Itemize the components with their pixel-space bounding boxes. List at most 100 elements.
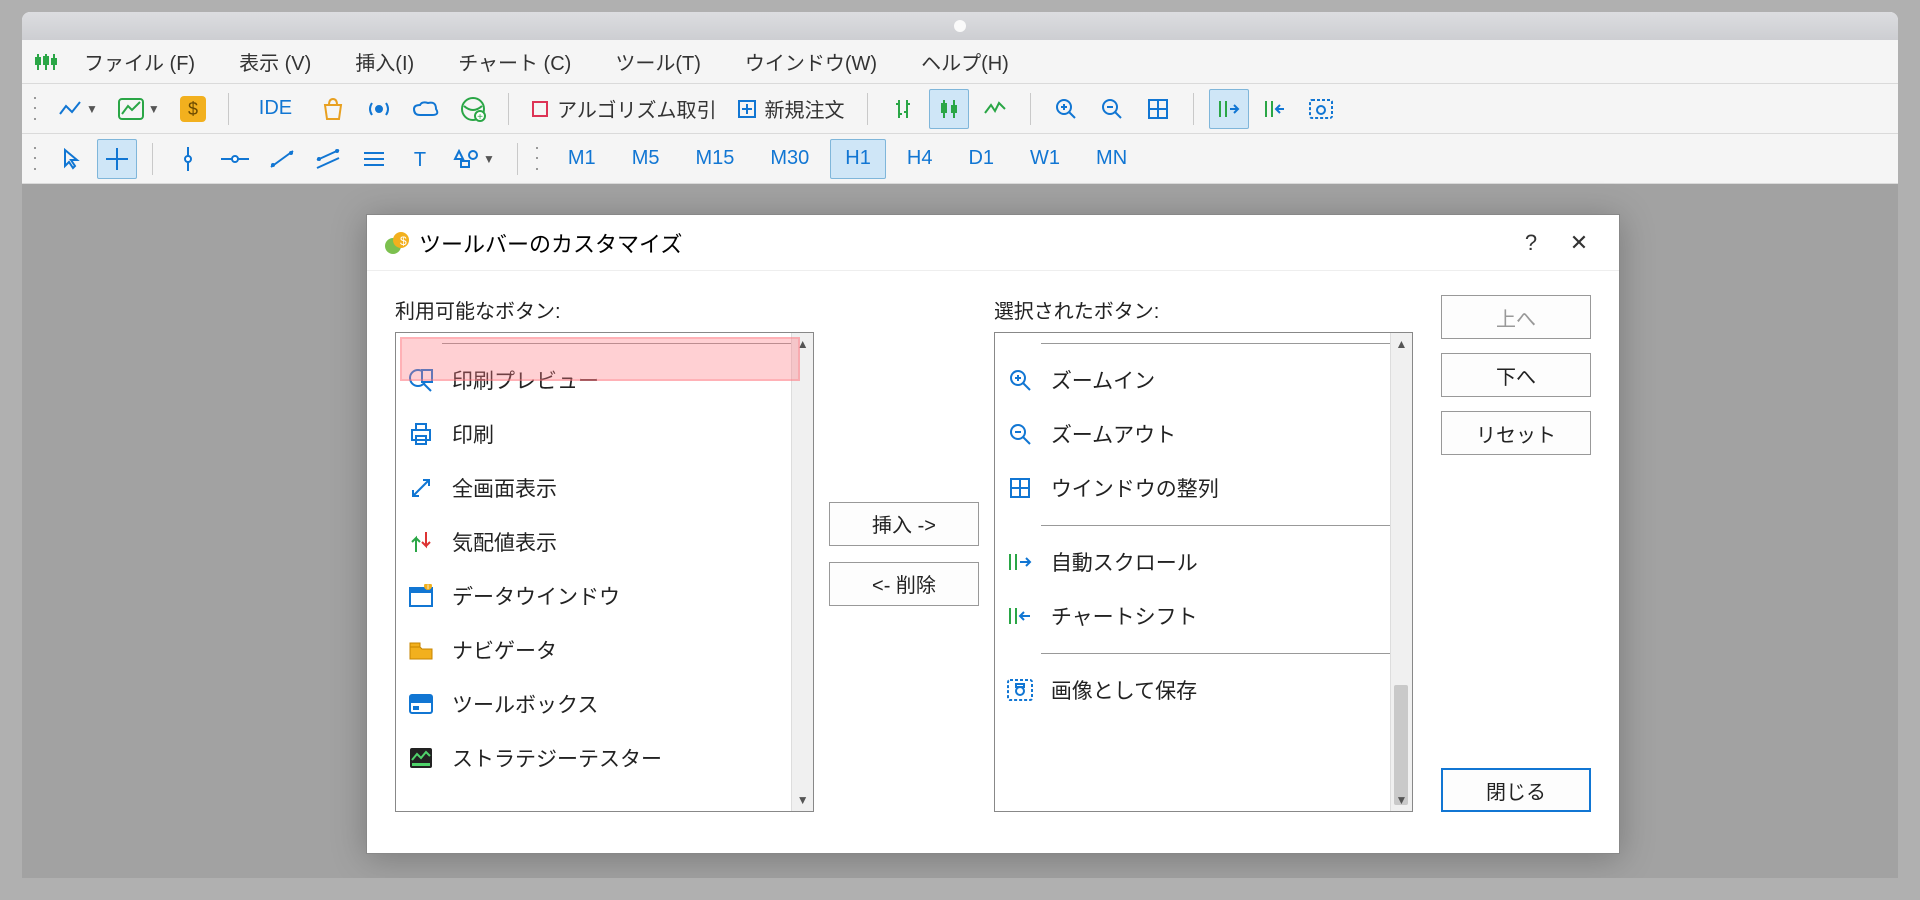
line-chart2-icon[interactable] — [975, 89, 1015, 129]
dollar-icon[interactable]: $ — [173, 89, 213, 129]
autoscroll-icon[interactable] — [1209, 89, 1249, 129]
timeframe-h1[interactable]: H1 — [830, 139, 886, 179]
toolbar-grip[interactable] — [34, 93, 42, 125]
menu-window[interactable]: ウインドウ(W) — [723, 47, 899, 76]
list-item[interactable]: ズームイン — [995, 353, 1412, 407]
selected-listbox[interactable]: ズームインズームアウトウインドウの整列自動スクロールチャートシフト画像として保存… — [994, 332, 1413, 812]
list-item[interactable]: 気配値表示 — [396, 515, 813, 569]
menu-file[interactable]: ファイル (F) — [62, 47, 217, 76]
list-separator[interactable] — [995, 515, 1412, 535]
list-item[interactable]: iデータウインドウ — [396, 569, 813, 623]
menu-view[interactable]: 表示 (V) — [217, 47, 333, 76]
menu-chart[interactable]: チャート (C) — [436, 47, 593, 76]
menu-insert[interactable]: 挿入(I) — [333, 47, 436, 76]
remove-button[interactable]: <- 削除 — [829, 562, 979, 606]
svg-text:$: $ — [188, 99, 198, 119]
screenshot-icon — [1003, 673, 1037, 707]
fibo-icon[interactable] — [354, 139, 394, 179]
reset-button[interactable]: リセット — [1441, 411, 1591, 455]
timeframe-m1[interactable]: M1 — [553, 139, 611, 179]
menu-help[interactable]: ヘルプ(H) — [899, 47, 1031, 76]
list-item[interactable]: ナビゲータ — [396, 623, 813, 677]
chart-style-icon[interactable]: ▼ — [111, 89, 167, 129]
list-item[interactable]: ストラテジーテスター — [396, 731, 813, 785]
list-separator[interactable] — [995, 333, 1412, 353]
available-listbox[interactable]: 印刷プレビュー印刷全画面表示気配値表示 iデータウインドウナビゲータツールボックス… — [395, 332, 814, 812]
toolbar-grip-2[interactable] — [34, 143, 42, 175]
list-item[interactable]: 画像として保存 — [995, 663, 1412, 717]
insert-button[interactable]: 挿入 -> — [829, 502, 979, 546]
list-item[interactable]: 自動スクロール — [995, 535, 1412, 589]
svg-text:i: i — [427, 584, 429, 591]
datawin-icon: i — [404, 579, 438, 613]
screenshot-icon[interactable] — [1301, 89, 1341, 129]
crosshair-icon[interactable] — [97, 139, 137, 179]
timeframe-m5[interactable]: M5 — [617, 139, 675, 179]
svg-text:T: T — [414, 149, 426, 169]
toolbox-icon — [404, 687, 438, 721]
list-item-label: ストラテジーテスター — [452, 743, 662, 773]
up-button[interactable]: 上へ — [1441, 295, 1591, 339]
list-item[interactable]: ツールボックス — [396, 677, 813, 731]
list-item[interactable]: 印刷 — [396, 407, 813, 461]
timeframe-m15[interactable]: M15 — [680, 139, 749, 179]
zoom-in-icon[interactable] — [1046, 89, 1086, 129]
list-separator[interactable] — [995, 643, 1412, 663]
cloud-icon[interactable] — [405, 89, 447, 129]
menu-tools[interactable]: ツール(T) — [593, 47, 723, 76]
chartshift-icon — [1003, 599, 1037, 633]
timeframe-mn[interactable]: MN — [1081, 139, 1142, 179]
market-icon[interactable] — [313, 89, 353, 129]
list-separator[interactable] — [396, 333, 813, 353]
cursor-icon[interactable] — [51, 139, 91, 179]
line-chart-icon[interactable]: ▼ — [51, 89, 105, 129]
tile-windows-icon[interactable] — [1138, 89, 1178, 129]
timeframe-m30[interactable]: M30 — [755, 139, 824, 179]
new-order-label: 新規注文 — [765, 94, 845, 123]
ide-button[interactable]: IDE — [244, 89, 307, 129]
hline-icon[interactable] — [214, 139, 256, 179]
text-icon[interactable]: T — [400, 139, 440, 179]
toolbar-grip-3[interactable] — [536, 143, 544, 175]
zoom-out-icon[interactable] — [1092, 89, 1132, 129]
dialog-icon: $ — [383, 230, 409, 256]
algo-icon[interactable]: アルゴリズム取引 — [524, 89, 723, 129]
close-icon[interactable]: ✕ — [1555, 230, 1603, 256]
menubar: ファイル (F) 表示 (V) 挿入(I) チャート (C) ツール(T) ウイ… — [22, 40, 1898, 84]
app-icon — [30, 46, 62, 78]
list-item-label: 気配値表示 — [452, 527, 557, 557]
help-icon[interactable]: ? — [1507, 230, 1555, 256]
scrollbar-2[interactable]: ▲ ▼ — [1390, 333, 1412, 811]
trendline-icon[interactable] — [262, 139, 302, 179]
scrollbar[interactable]: ▲ ▼ — [791, 333, 813, 811]
navigator-icon — [404, 633, 438, 667]
vline-icon[interactable] — [168, 139, 208, 179]
timeframe-w1[interactable]: W1 — [1015, 139, 1075, 179]
list-item-label: 全画面表示 — [452, 473, 557, 503]
list-item[interactable]: 全画面表示 — [396, 461, 813, 515]
close-button[interactable]: 閉じる — [1441, 768, 1591, 812]
channel-icon[interactable] — [308, 139, 348, 179]
dialog-titlebar[interactable]: $ ツールバーのカスタマイズ ? ✕ — [367, 215, 1619, 271]
list-item[interactable]: 印刷プレビュー — [396, 353, 813, 407]
titlebar-dot-icon — [954, 20, 966, 32]
candle-chart-icon[interactable] — [929, 89, 969, 129]
timeframe-h4[interactable]: H4 — [892, 139, 948, 179]
new-order-icon[interactable]: 新規注文 — [730, 89, 852, 129]
bar-chart-icon[interactable] — [883, 89, 923, 129]
list-item[interactable]: チャートシフト — [995, 589, 1412, 643]
toolbar-drawing: T ▼ M1M5M15M30H1H4D1W1MN — [22, 134, 1898, 184]
shapes-icon[interactable]: ▼ — [446, 139, 502, 179]
list-item[interactable]: ズームアウト — [995, 407, 1412, 461]
list-item-label: 自動スクロール — [1051, 547, 1198, 577]
vps-icon[interactable]: + — [453, 89, 493, 129]
down-button[interactable]: 下へ — [1441, 353, 1591, 397]
signals-icon[interactable] — [359, 89, 399, 129]
svg-text:+: + — [477, 112, 483, 122]
preview-icon — [404, 363, 438, 397]
list-item-label: ウインドウの整列 — [1051, 473, 1219, 503]
chartshift-icon[interactable] — [1255, 89, 1295, 129]
timeframe-d1[interactable]: D1 — [953, 139, 1009, 179]
list-item[interactable]: ウインドウの整列 — [995, 461, 1412, 515]
titlebar[interactable] — [22, 12, 1898, 40]
